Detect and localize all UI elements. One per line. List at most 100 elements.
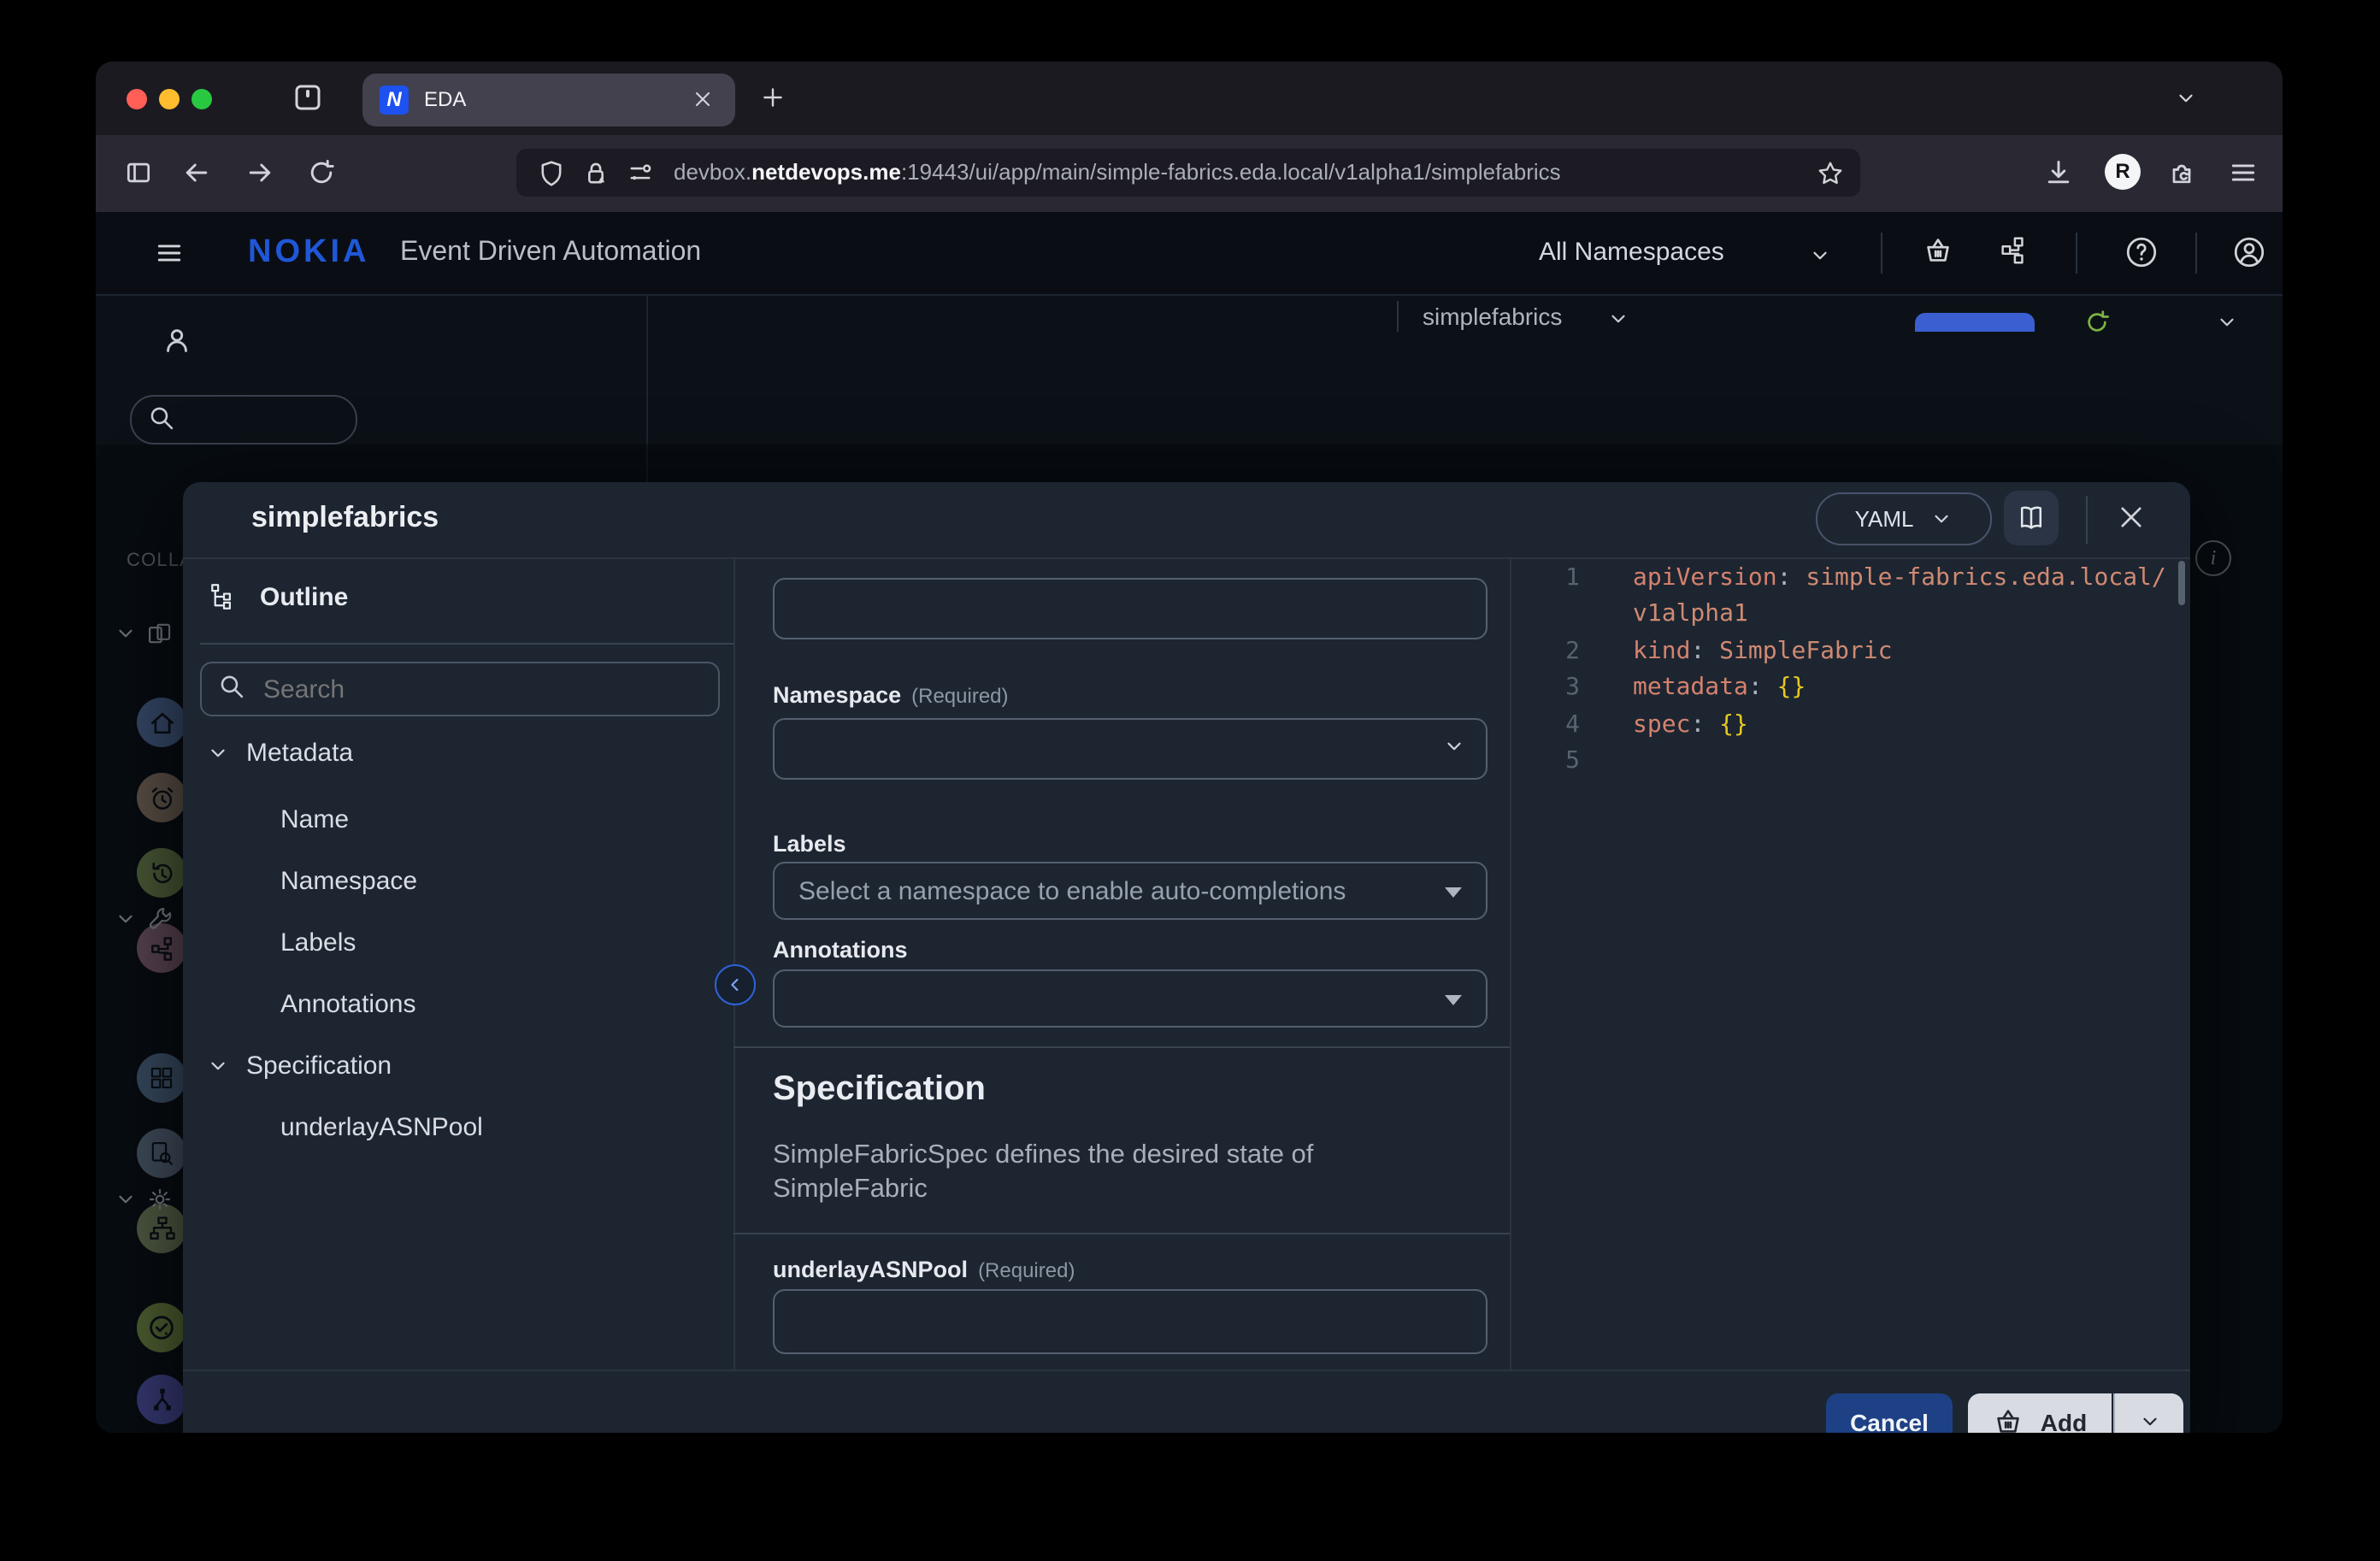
add-options-button[interactable]: [2113, 1393, 2183, 1433]
outline-search[interactable]: [200, 662, 720, 716]
downloads-icon[interactable]: [2043, 157, 2074, 188]
minimize-window-button[interactable]: [159, 89, 180, 109]
chevron-down-icon: [1443, 735, 1465, 757]
outline-item-name[interactable]: Name: [280, 793, 349, 845]
caret-down-icon: [1445, 887, 1462, 898]
tab-eda[interactable]: N EDA: [362, 74, 735, 127]
browser-window: N EDA devbox.netdevops.me:19443/ui/app/m…: [96, 62, 2283, 1433]
bookmark-star-icon[interactable]: [1816, 159, 1845, 188]
tab-strip: N EDA: [96, 62, 2283, 135]
refresh-icon[interactable]: [2082, 308, 2112, 337]
docs-book-button[interactable]: [2004, 491, 2059, 545]
editor-line[interactable]: 2kind: SimpleFabric: [1510, 638, 2190, 674]
outline-item-metadata[interactable]: Metadata: [207, 727, 353, 778]
name-field[interactable]: [773, 578, 1488, 639]
transactions-icon[interactable]: [1997, 234, 2029, 267]
firefox-view-icon[interactable]: [291, 80, 325, 115]
line-number: 5: [1510, 747, 1580, 775]
line-number: 4: [1510, 710, 1580, 738]
chevron-down-icon[interactable]: [207, 1054, 229, 1076]
outline-item-labels[interactable]: Labels: [280, 916, 356, 968]
chevron-down-icon: [2138, 1411, 2160, 1433]
url-bar[interactable]: devbox.netdevops.me:19443/ui/app/main/si…: [516, 149, 1860, 197]
extensions-icon[interactable]: [2166, 157, 2197, 188]
chevron-down-icon[interactable]: [207, 741, 229, 763]
cancel-button[interactable]: Cancel: [1826, 1393, 1953, 1433]
zoom-window-button[interactable]: [191, 89, 212, 109]
breadcrumb-divider: [1397, 301, 1399, 332]
reload-icon[interactable]: [306, 157, 337, 188]
close-tab-icon[interactable]: [691, 87, 715, 111]
add-button[interactable]: Add: [1968, 1393, 2112, 1433]
basket-icon[interactable]: [1922, 234, 1954, 267]
screenshot-stage: N EDA devbox.netdevops.me:19443/ui/app/m…: [0, 0, 2380, 1561]
lock-warning-icon[interactable]: [581, 159, 610, 188]
book-icon: [2016, 503, 2047, 533]
header-divider: [2076, 233, 2077, 274]
window-icon[interactable]: [123, 157, 154, 188]
tab-title: EDA: [424, 87, 466, 111]
editor-line[interactable]: 3metadata: {}: [1510, 674, 2190, 710]
sidebar-search-input[interactable]: [130, 395, 357, 445]
yaml-editor[interactable]: 1apiVersion: simple-fabrics.eda.local/v1…: [1510, 557, 2190, 1370]
create-button[interactable]: [1915, 313, 2035, 332]
editor-scrollbar[interactable]: [2178, 561, 2185, 605]
namespace-selector[interactable]: All Namespaces: [1539, 238, 1724, 267]
editor-line[interactable]: 5: [1510, 747, 2190, 784]
new-tab-button[interactable]: [759, 84, 786, 111]
forward-icon[interactable]: [244, 157, 275, 188]
labels-dropdown[interactable]: Select a namespace to enable auto-comple…: [773, 862, 1488, 920]
collapse-panel-button[interactable]: [715, 964, 756, 1005]
outline-divider: [200, 643, 733, 645]
eda-page: NOKIA Event Driven Automation All Namesp…: [96, 212, 2283, 1433]
profile-badge[interactable]: R: [2105, 154, 2141, 190]
outline-item-label: underlayASNPool: [280, 1112, 483, 1141]
outline-item-underlayasnpool[interactable]: underlayASNPool: [280, 1101, 483, 1152]
outline-item-annotations[interactable]: Annotations: [280, 978, 415, 1029]
breadcrumb-chevron-icon[interactable]: [1607, 308, 1629, 330]
basket-icon: [1993, 1405, 2025, 1433]
underlay-label: underlayASNPool(Required): [773, 1257, 1075, 1282]
person-icon[interactable]: [161, 325, 193, 357]
url-text[interactable]: devbox.netdevops.me:19443/ui/app/main/si…: [674, 159, 1561, 185]
close-window-button[interactable]: [127, 89, 147, 109]
annotations-label: Annotations: [773, 937, 908, 963]
outline-search-input[interactable]: [260, 667, 694, 711]
menu-icon[interactable]: [2228, 157, 2259, 188]
chevron-left-icon: [725, 975, 745, 995]
section-divider: [733, 1046, 1510, 1048]
search-icon: [147, 404, 176, 433]
app-menu-icon[interactable]: [154, 238, 185, 268]
close-modal-icon[interactable]: [2117, 503, 2146, 532]
outline-form-divider: [733, 557, 735, 1370]
shield-icon[interactable]: [537, 159, 566, 188]
header-divider: [1881, 233, 1882, 274]
editor-line[interactable]: 4spec: {}: [1510, 710, 2190, 747]
nokia-logo: NOKIA: [248, 234, 369, 272]
modal-header-divider: [2086, 496, 2088, 544]
outline-item-label: Metadata: [246, 738, 353, 767]
breadcrumb[interactable]: simplefabrics: [1423, 303, 1562, 330]
user-icon[interactable]: [2231, 234, 2267, 270]
namespace-chevron-icon[interactable]: [1809, 244, 1831, 267]
container-icon[interactable]: [626, 159, 655, 188]
browser-toolbar: devbox.netdevops.me:19443/ui/app/main/si…: [96, 135, 2283, 214]
outline-item-namespace[interactable]: Namespace: [280, 855, 417, 906]
format-select[interactable]: YAML: [1816, 492, 1992, 545]
editor-line[interactable]: 1apiVersion: simple-fabrics.eda.local/: [1510, 564, 2190, 601]
annotations-dropdown[interactable]: [773, 969, 1488, 1028]
help-icon[interactable]: [2124, 234, 2159, 270]
list-tabs-icon[interactable]: [2175, 87, 2197, 109]
editor-line[interactable]: v1alpha1: [1510, 601, 2190, 638]
outline-item-specification[interactable]: Specification: [207, 1040, 392, 1091]
back-icon[interactable]: [181, 157, 212, 188]
namespace-select[interactable]: [773, 718, 1488, 780]
spec-heading: Specification: [773, 1070, 986, 1110]
format-select-value: YAML: [1855, 506, 1914, 532]
collapse-chevron-icon[interactable]: [2216, 311, 2238, 333]
outline-item-label: Name: [280, 804, 349, 834]
simplefabrics-modal: simplefabrics YAML Outline MetadataNameN…: [183, 482, 2190, 1433]
labels-label: Labels: [773, 831, 846, 857]
underlay-asnpool-field[interactable]: [773, 1289, 1488, 1354]
outline-item-label: Labels: [280, 928, 356, 957]
